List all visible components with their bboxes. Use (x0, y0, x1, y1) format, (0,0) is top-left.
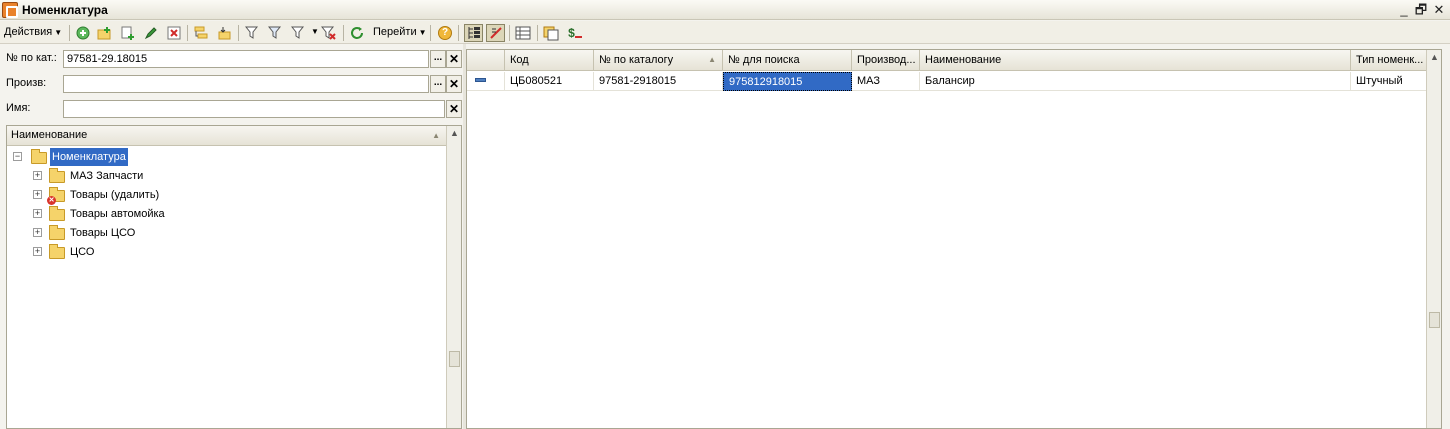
actions-menu-button[interactable]: Действия ▼ (4, 23, 62, 42)
scroll-up-icon[interactable]: ▲ (1427, 52, 1441, 62)
move-to-group-icon[interactable] (216, 25, 232, 41)
tree-root-label: Номенклатура (50, 148, 128, 166)
collapse-icon[interactable]: − (13, 152, 22, 161)
folder-icon (31, 149, 47, 164)
tree-header-label: Наименование (11, 129, 88, 141)
price-icon[interactable]: $ (565, 25, 585, 41)
sort-icon: ▲ (708, 55, 716, 64)
toolbar-divider (509, 25, 510, 41)
folder-icon (49, 225, 65, 240)
cell-manufacturer[interactable]: МАЗ (852, 72, 920, 91)
delete-icon[interactable] (166, 25, 182, 41)
copy-icon[interactable] (120, 25, 136, 41)
close-button[interactable]: ✕ (1431, 2, 1447, 18)
add-icon[interactable] (75, 25, 91, 41)
expand-icon[interactable]: + (33, 247, 42, 256)
row-type-cell (467, 72, 505, 91)
minimize-button[interactable]: _ (1396, 2, 1412, 18)
expand-icon[interactable]: + (33, 228, 42, 237)
expand-icon[interactable]: + (33, 190, 42, 199)
goto-menu-button[interactable]: Перейти ▼ (373, 23, 427, 42)
scroll-thumb[interactable] (449, 351, 460, 367)
toolbar: Действия ▼ ▼ Перейти ▼ ? $ (0, 21, 1450, 44)
catalog-select-button[interactable]: ... (430, 50, 446, 68)
items-table[interactable]: Код № по каталогу ▲ № для поиска Произво… (466, 49, 1442, 429)
sort-icon: ▲ (432, 131, 440, 140)
window-title: Номенклатура (22, 3, 108, 17)
tree-item-label: МАЗ Запчасти (70, 170, 144, 182)
name-input[interactable] (63, 100, 445, 118)
column-header-code[interactable]: Код (505, 50, 594, 71)
columns-icon[interactable] (515, 25, 531, 41)
manufacturer-clear-button[interactable]: ✕ (446, 75, 462, 93)
column-header-search-no[interactable]: № для поиска (723, 50, 852, 71)
toolbar-divider (69, 25, 70, 41)
hierarchy-icon[interactable] (193, 25, 209, 41)
scroll-thumb[interactable] (1429, 312, 1440, 328)
add-group-icon[interactable] (97, 25, 113, 41)
column-header-name[interactable]: Наименование (920, 50, 1351, 71)
toolbar-divider (430, 25, 431, 41)
column-header-catalog-no[interactable]: № по каталогу ▲ (594, 50, 723, 71)
tree-view-icon[interactable] (464, 24, 483, 42)
column-header-label: № по каталогу (599, 54, 674, 66)
table-scrollbar[interactable]: ▲ (1426, 50, 1441, 428)
cell-search-no[interactable]: 975812918015 (723, 72, 852, 91)
filter-icon[interactable] (245, 25, 261, 41)
toolbar-divider (187, 25, 188, 41)
expand-icon[interactable]: + (33, 171, 42, 180)
hierarchical-list-icon[interactable] (486, 24, 505, 42)
toolbar-divider (343, 25, 344, 41)
toolbar-divider (458, 25, 459, 41)
chevron-down-icon: ▼ (418, 28, 427, 37)
tree-column-header[interactable]: Наименование ▲ (7, 126, 446, 146)
folder-icon (49, 244, 65, 259)
toolbar-divider (238, 25, 239, 41)
tree-scrollbar[interactable]: ▲ (446, 126, 461, 428)
cell-name[interactable]: Балансир (920, 72, 1351, 91)
tree-item-label: Товары (удалить) (70, 189, 160, 201)
group-tree[interactable]: Наименование ▲ ▲ − Номенклатура + МАЗ За… (6, 125, 462, 429)
expand-icon[interactable]: + (33, 209, 42, 218)
refresh-icon[interactable] (349, 25, 365, 41)
actions-label: Действия (4, 26, 53, 38)
title-bar: Номенклатура _ 🗗 ✕ (0, 0, 1450, 20)
cell-catalog-no[interactable]: 97581-2918015 (594, 72, 723, 91)
column-header-type[interactable]: Тип номенк... (1351, 50, 1427, 71)
clear-filter-icon[interactable] (321, 25, 337, 41)
name-clear-button[interactable]: ✕ (446, 100, 462, 118)
name-label: Имя: (6, 102, 31, 114)
app-icon (2, 2, 18, 18)
filter-by-value-icon[interactable] (268, 25, 284, 41)
help-icon[interactable]: ? (437, 25, 453, 41)
toolbar-divider (537, 25, 538, 41)
table-header: Код № по каталогу ▲ № для поиска Произво… (467, 50, 1427, 71)
folder-icon (49, 206, 65, 221)
chevron-down-icon: ▼ (54, 28, 63, 37)
report-icon[interactable] (543, 25, 559, 41)
scroll-up-icon[interactable]: ▲ (447, 128, 461, 138)
folder-icon (49, 168, 65, 183)
column-header-icon[interactable] (467, 50, 505, 71)
cell-type[interactable]: Штучный (1351, 72, 1427, 91)
catalog-clear-button[interactable]: ✕ (446, 50, 462, 68)
item-icon (475, 78, 486, 82)
tree-item-label: Товары ЦСО (70, 227, 136, 239)
manufacturer-label: Произв: (6, 77, 47, 89)
manufacturer-select-button[interactable]: ... (430, 75, 446, 93)
edit-icon[interactable] (143, 25, 159, 41)
catalog-number-label: № по кат.: (6, 52, 57, 64)
deletion-mark-icon: ✕ (47, 196, 56, 205)
manufacturer-input[interactable] (63, 75, 429, 93)
catalog-number-input[interactable]: 97581-29.18015 (63, 50, 429, 68)
cell-code[interactable]: ЦБ080521 (505, 72, 594, 91)
tree-item-label: Товары автомойка (70, 208, 165, 220)
column-header-manufacturer[interactable]: Производ... (852, 50, 920, 71)
tree-item-label: ЦСО (70, 246, 95, 258)
chevron-down-icon[interactable]: ▼ (311, 27, 319, 36)
goto-label: Перейти (373, 26, 417, 38)
restore-button[interactable]: 🗗 (1413, 2, 1429, 18)
filter-history-icon[interactable] (291, 25, 307, 41)
